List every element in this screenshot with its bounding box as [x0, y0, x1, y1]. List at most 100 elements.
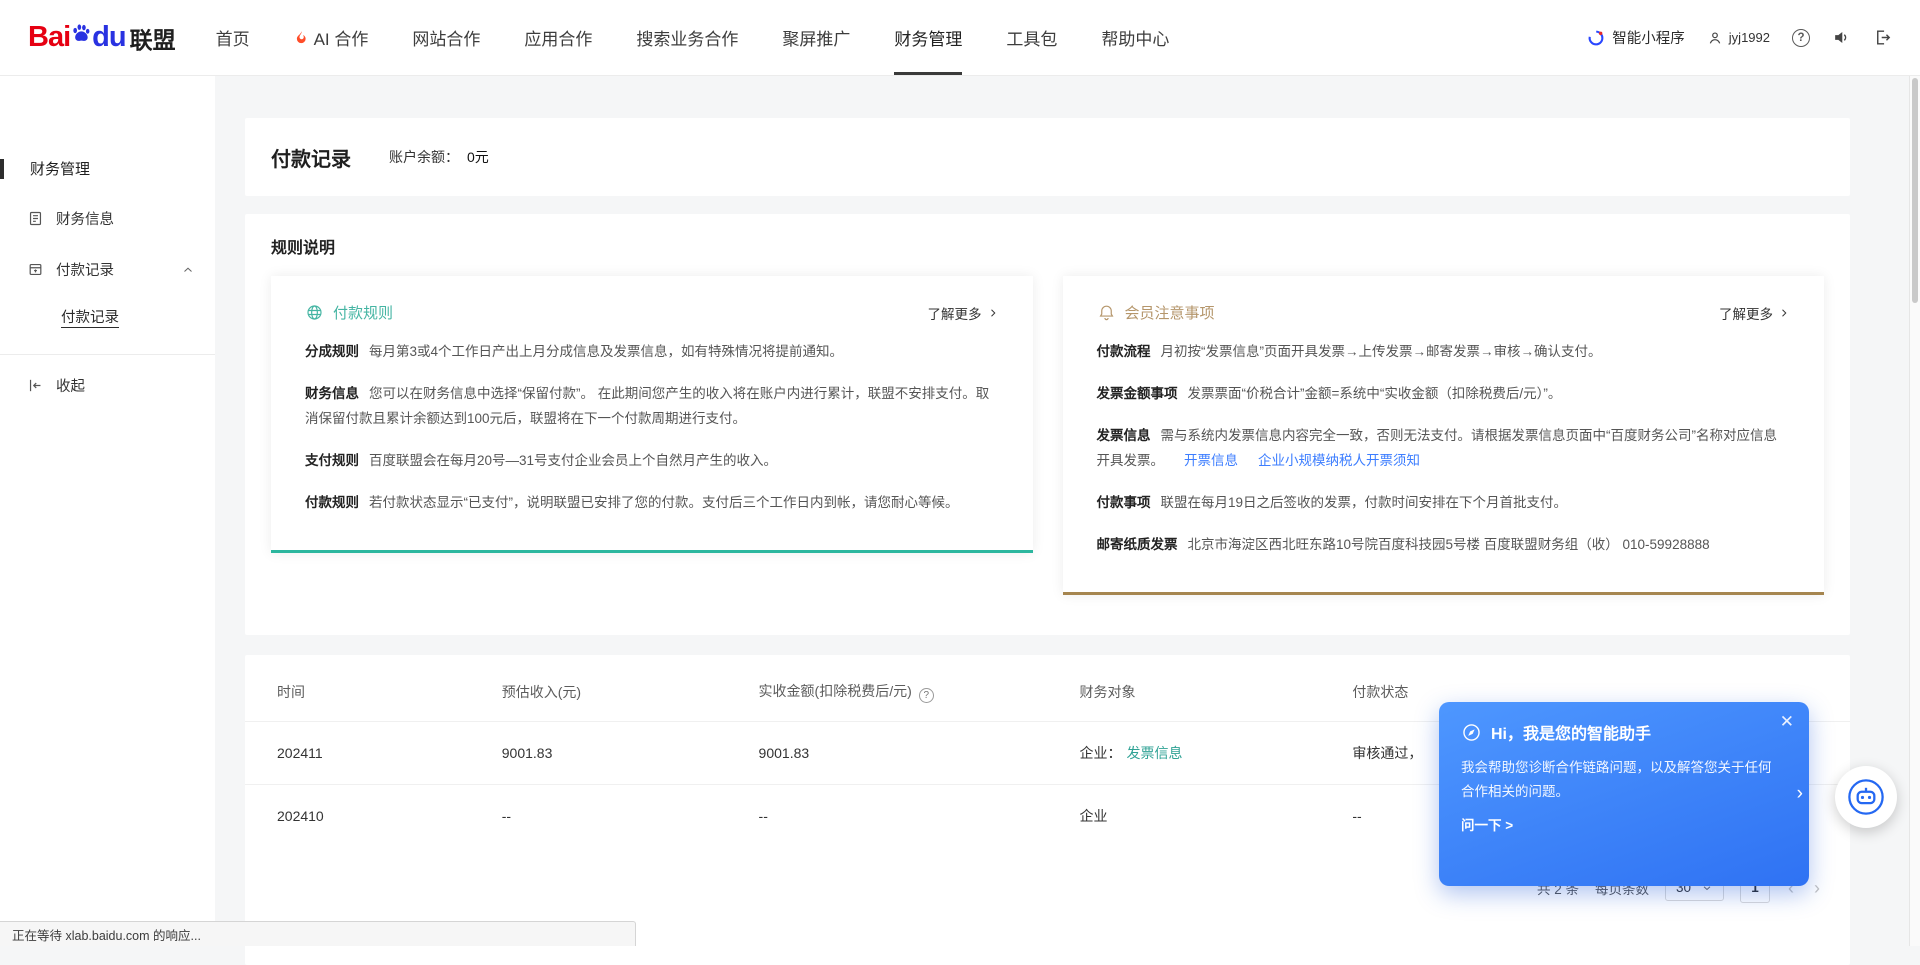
nav-item-label: 财务管理 — [894, 25, 962, 50]
rule-item: 付款规则若付款状态显示“已支付”，说明联盟已安排了您的付款。支付后三个工作日内到… — [305, 491, 999, 516]
payment-rules-learn-more-link[interactable]: 了解更多 — [928, 303, 999, 323]
smart-miniprogram-link[interactable]: 智能小程序 — [1587, 27, 1685, 48]
flame-icon — [294, 29, 309, 46]
robot-icon — [1845, 776, 1887, 818]
small-taxpayer-notice-link[interactable]: 企业小规模纳税人开票须知 — [1258, 453, 1420, 468]
rules-section-title: 规则说明 — [271, 234, 1824, 258]
username-label: jyj1992 — [1729, 30, 1770, 45]
top-navbar: Bai du 联盟 首页 AI 合作 网站合作 应用合作 搜索业务合作 聚屏推广… — [0, 0, 1920, 76]
nav-item-label: 工具包 — [1006, 25, 1057, 50]
member-notes-learn-more-link[interactable]: 了解更多 — [1719, 303, 1790, 323]
nav-item-ai-cooperation[interactable]: AI 合作 — [294, 0, 369, 75]
payment-rules-panel: 付款规则 了解更多 分成规则每月第3或4个工作日产出上月分成信息及发票信息，如有… — [271, 276, 1033, 553]
cell-period: 202411 — [245, 721, 486, 784]
assistant-popup: Hi，我是您的智能助手 ✕ 我会帮助您诊断合作链路问题，以及解答您关于任何合作相… — [1439, 702, 1809, 886]
navbar-right: 智能小程序 jyj1992 ? — [1587, 27, 1892, 48]
nav-item-label: 帮助中心 — [1101, 25, 1169, 50]
nav-item-home[interactable]: 首页 — [216, 0, 250, 75]
close-icon[interactable]: ✕ — [1780, 713, 1794, 730]
invoice-info-link[interactable]: 开票信息 — [1184, 453, 1238, 468]
sidebar-subitem-payment-records[interactable]: 付款记录 — [0, 295, 215, 340]
sound-icon[interactable] — [1832, 28, 1851, 47]
baidu-paw-icon — [71, 23, 91, 43]
assistant-header: Hi，我是您的智能助手 — [1461, 720, 1787, 744]
nav-item-help-center[interactable]: 帮助中心 — [1101, 0, 1169, 75]
cell-received: 9001.83 — [743, 721, 1064, 784]
page-header-card: 付款记录 账户余额： 0元 — [245, 118, 1850, 196]
receipt-icon — [27, 261, 44, 278]
column-header-estimated: 预估收入(元) — [486, 659, 743, 722]
payment-rules-title: 付款规则 — [305, 302, 393, 323]
collapse-icon — [27, 377, 44, 394]
nav-item-label: 首页 — [216, 25, 250, 50]
assistant-robot-button[interactable] — [1835, 766, 1897, 828]
scrollbar-thumb[interactable] — [1912, 78, 1918, 303]
chevron-right-icon — [987, 307, 999, 319]
nav-item-label: 应用合作 — [524, 25, 592, 50]
nav-item-finance-management[interactable]: 财务管理 — [894, 0, 962, 75]
nav-item-label: AI 合作 — [314, 25, 369, 50]
question-circle-icon[interactable]: ? — [919, 688, 934, 703]
nav-item-screen-promotion[interactable]: 聚屏推广 — [782, 0, 850, 75]
globe-icon — [305, 303, 324, 322]
rule-item: 发票金额事项发票票面“价税合计”金额=系统中“实收金额（扣除税费后/元）”。 — [1097, 382, 1791, 407]
chevron-up-icon — [181, 263, 195, 277]
cell-period: 202410 — [245, 784, 486, 847]
logo-text-bai: Bai — [28, 21, 70, 54]
nav-item-website-cooperation[interactable]: 网站合作 — [412, 0, 480, 75]
user-account[interactable]: jyj1992 — [1707, 30, 1770, 46]
sidebar-collapse-button[interactable]: 收起 — [0, 355, 215, 416]
balance-label: 账户余额： — [389, 149, 459, 165]
rule-item: 付款流程月初按“发票信息”页面开具发票→上传发票→邮寄发票→审核→确认支付。 — [1097, 340, 1791, 365]
bell-icon — [1097, 303, 1116, 322]
rule-item: 财务信息您可以在财务信息中选择“保留付款”。 在此期间您产生的收入将在账户内进行… — [305, 382, 999, 432]
help-icon[interactable]: ? — [1792, 29, 1810, 47]
user-icon — [1707, 30, 1723, 46]
status-text: 正在等待 xlab.baidu.com 的响应... — [12, 925, 201, 944]
rule-item: 分成规则每月第3或4个工作日产出上月分成信息及发票信息，如有特殊情况将提前通知。 — [305, 340, 999, 365]
next-page-icon[interactable]: › — [1812, 879, 1822, 897]
sidebar-section-finance-management[interactable]: 财务管理 — [0, 144, 215, 193]
member-notes-title: 会员注意事项 — [1097, 302, 1215, 323]
account-balance: 账户余额： 0元 — [389, 147, 489, 167]
main-nav: 首页 AI 合作 网站合作 应用合作 搜索业务合作 聚屏推广 财务管理 工具包 … — [216, 0, 1214, 75]
rule-item: 邮寄纸质发票北京市海淀区西北旺东路10号院百度科技园5号楼 百度联盟财务组（收）… — [1097, 533, 1791, 558]
assistant-message: 我会帮助您诊断合作链路问题，以及解答您关于任何合作相关的问题。 — [1461, 756, 1787, 803]
nav-item-label: 聚屏推广 — [782, 25, 850, 50]
logo-text-union: 联盟 — [130, 21, 176, 55]
sidebar-item-label: 付款记录 — [56, 259, 114, 280]
assistant-title: Hi，我是您的智能助手 — [1491, 720, 1651, 744]
rules-section: 规则说明 付款规则 了解更多 — [245, 214, 1850, 635]
chevron-right-icon — [1778, 307, 1790, 319]
sidebar-subitem-label: 付款记录 — [61, 310, 119, 326]
ask-now-link[interactable]: 问一下 > — [1461, 814, 1513, 834]
cell-entity: 企业 — [1064, 784, 1337, 847]
balance-value: 0元 — [467, 149, 489, 165]
column-header-received: 实收金额(扣除税费后/元)? — [743, 659, 1064, 722]
invoice-info-table-link[interactable]: 发票信息 — [1127, 745, 1183, 761]
nav-item-app-cooperation[interactable]: 应用合作 — [524, 0, 592, 75]
cell-estimated: 9001.83 — [486, 721, 743, 784]
browser-status-bar: 正在等待 xlab.baidu.com 的响应... — [0, 921, 636, 946]
rule-item: 付款事项联盟在每月19日之后签收的发票，付款时间安排在下个月首批支付。 — [1097, 491, 1791, 516]
scrollbar-track[interactable] — [1909, 76, 1920, 946]
member-notes-panel: 会员注意事项 了解更多 付款流程月初按“发票信息”页面开具发票→上传发票→邮寄发… — [1063, 276, 1825, 595]
sidebar: 财务管理 财务信息 付款记录 付款记录 收起 — [0, 76, 215, 946]
logo-text-du: du — [92, 21, 125, 54]
next-arrow-icon[interactable]: › — [1797, 783, 1803, 805]
cell-received: -- — [743, 784, 1064, 847]
sidebar-item-finance-info[interactable]: 财务信息 — [0, 193, 215, 244]
sidebar-section-label: 财务管理 — [30, 161, 90, 178]
miniprogram-icon — [1587, 29, 1605, 47]
rules-panels: 付款规则 了解更多 分成规则每月第3或4个工作日产出上月分成信息及发票信息，如有… — [271, 276, 1824, 595]
nav-item-search-cooperation[interactable]: 搜索业务合作 — [636, 0, 738, 75]
page-title: 付款记录 — [271, 143, 351, 172]
baidu-union-logo[interactable]: Bai du 联盟 — [28, 21, 176, 55]
miniprogram-label: 智能小程序 — [1612, 27, 1685, 48]
column-header-entity: 财务对象 — [1064, 659, 1337, 722]
logout-icon[interactable] — [1873, 28, 1892, 47]
nav-item-toolkit[interactable]: 工具包 — [1006, 0, 1057, 75]
compass-icon — [1461, 722, 1482, 743]
sidebar-item-payment-records[interactable]: 付款记录 — [0, 244, 215, 295]
rule-item: 支付规则百度联盟会在每月20号—31号支付企业会员上个自然月产生的收入。 — [305, 449, 999, 474]
